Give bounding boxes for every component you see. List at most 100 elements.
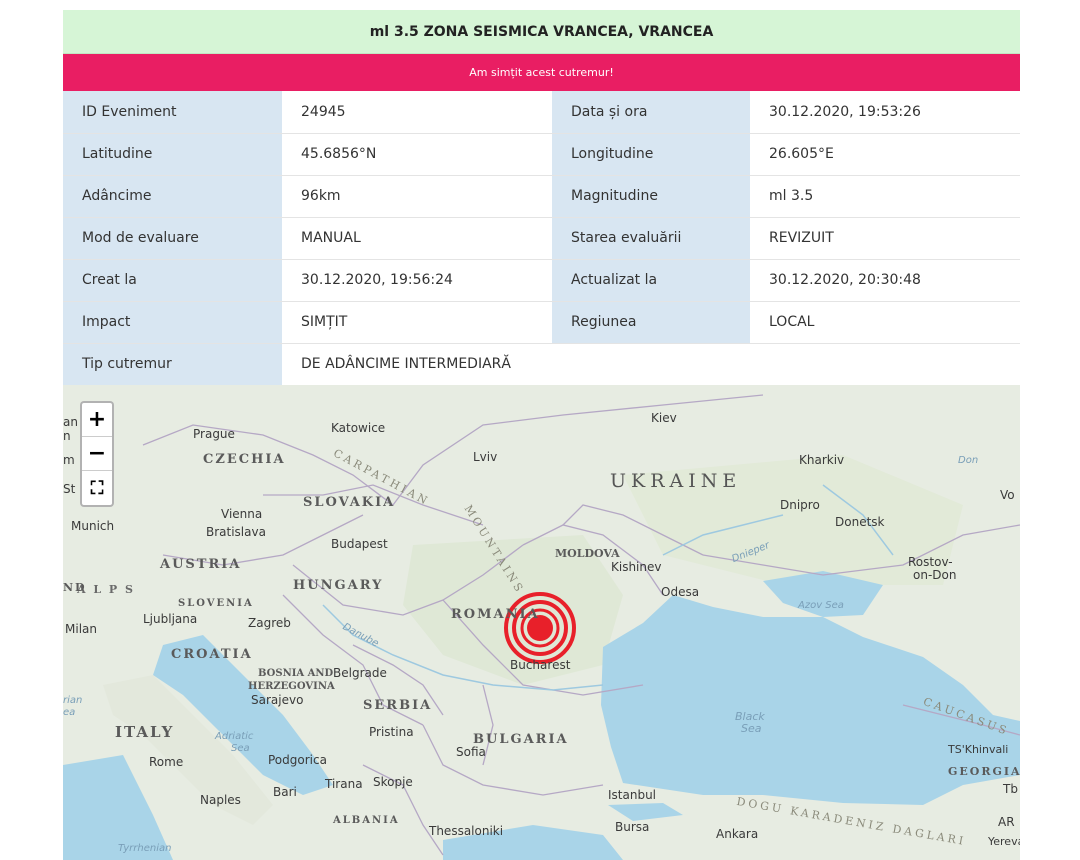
region-value: LOCAL: [750, 301, 1020, 344]
city-label-bari: Bari: [273, 785, 297, 799]
table-row: Adâncime 96km Magnitudine ml 3.5: [63, 175, 1020, 218]
city-label-thessaloniki: Thessaloniki: [429, 824, 504, 838]
country-label-georgia: GEORGIA: [948, 765, 1020, 778]
city-label-bucharest: Bucharest: [510, 658, 571, 672]
country-label-ukraine: UKRAINE: [610, 470, 742, 492]
epicenter-map[interactable]: CZECHIA SLOVAKIA UKRAINE AUSTRIA HUNGARY…: [63, 385, 1020, 860]
longitude-label: Longitudine: [552, 133, 750, 176]
region-label: Regiunea: [552, 301, 750, 344]
quake-type-value: DE ADÂNCIME INTERMEDIARĂ: [282, 343, 1020, 385]
latitude-value: 45.6856°N: [282, 133, 552, 176]
created-value: 30.12.2020, 19:56:24: [282, 259, 552, 302]
table-row: Creat la 30.12.2020, 19:56:24 Actualizat…: [63, 259, 1020, 302]
edge-label-st: St: [63, 482, 76, 496]
edge-label-nd: ND: [63, 581, 87, 594]
water-label-tyrrhenian: Tyrrhenian: [118, 843, 172, 854]
edge-label-ar: AR: [998, 815, 1015, 829]
city-label-milan: Milan: [65, 622, 97, 636]
updated-value: 30.12.2020, 20:30:48: [750, 259, 1020, 302]
country-label-bosnia-line1: BOSNIA AND: [258, 668, 334, 679]
country-label-romania: ROMANIA: [451, 607, 540, 622]
city-label-rome: Rome: [149, 755, 184, 769]
city-label-vienna: Vienna: [221, 507, 263, 521]
city-label-sofia: Sofia: [456, 745, 486, 759]
city-label-kiev: Kiev: [651, 411, 677, 425]
city-label-belgrade: Belgrade: [333, 666, 387, 680]
city-label-pristina: Pristina: [369, 725, 414, 739]
magnitude-value: ml 3.5: [750, 175, 1020, 218]
city-label-bratislava: Bratislava: [206, 525, 266, 539]
city-label-budapest: Budapest: [331, 537, 388, 551]
earthquake-detail-panel: ml 3.5 ZONA SEISMICA VRANCEA, VRANCEA Am…: [63, 10, 1020, 386]
city-label-prague: Prague: [193, 427, 235, 441]
city-label-kishinev: Kishinev: [611, 560, 662, 574]
country-label-croatia: CROATIA: [171, 647, 253, 662]
city-label-podgorica: Podgorica: [268, 753, 327, 767]
zoom-in-button[interactable]: +: [82, 403, 112, 437]
country-label-moldova: MOLDOVA: [555, 547, 620, 560]
latitude-label: Latitudine: [63, 133, 282, 176]
event-id-value: 24945: [282, 91, 552, 134]
edge-label-n: n: [63, 429, 71, 443]
city-label-rostov-line1: Rostov-: [908, 555, 953, 569]
city-label-sarajevo: Sarajevo: [251, 693, 304, 707]
updated-label: Actualizat la: [552, 259, 750, 302]
eval-mode-label: Mod de evaluare: [63, 217, 282, 260]
country-label-bosnia-line2: HERZEGOVINA: [248, 681, 335, 692]
quake-type-label: Tip cutremur: [63, 343, 282, 386]
longitude-value: 26.605°E: [750, 133, 1020, 176]
water-label-black-sea-line2: Sea: [741, 722, 762, 735]
city-label-istanbul: Istanbul: [608, 788, 657, 802]
city-label-zagreb: Zagreb: [248, 616, 291, 630]
event-title: ml 3.5 ZONA SEISMICA VRANCEA, VRANCEA: [63, 10, 1020, 54]
country-label-austria: AUSTRIA: [160, 557, 242, 572]
datetime-label: Data și ora: [552, 91, 750, 134]
country-label-serbia: SERBIA: [363, 698, 433, 713]
event-details-table: ID Eveniment 24945 Data și ora 30.12.202…: [63, 91, 1020, 386]
water-label-azov-sea: Azov Sea: [798, 600, 844, 611]
water-label-adriatic-line2: Sea: [231, 743, 250, 754]
country-label-czechia: CZECHIA: [203, 452, 286, 467]
edge-label-tb: Tb: [1003, 782, 1018, 796]
country-label-italy: ITALY: [115, 723, 175, 741]
magnitude-label: Magnitudine: [552, 175, 750, 218]
felt-it-button[interactable]: Am simțit acest cutremur!: [63, 54, 1020, 91]
edge-label-vo: Vo: [1000, 488, 1015, 502]
country-label-albania: ALBANIA: [333, 815, 400, 826]
event-id-label: ID Eveniment: [63, 91, 282, 134]
edge-label-an: an: [63, 415, 78, 429]
city-label-ljubljana: Ljubljana: [143, 612, 198, 626]
table-row: Tip cutremur DE ADÂNCIME INTERMEDIARĂ: [63, 343, 1020, 386]
city-label-kharkiv: Kharkiv: [799, 453, 845, 467]
city-label-bursa: Bursa: [615, 820, 650, 834]
water-label-adriatic-line1: Adriatic: [215, 731, 254, 742]
zoom-out-button[interactable]: −: [82, 437, 112, 471]
city-label-tskhinvali: TS'Khinvali: [948, 743, 1009, 756]
city-label-odesa: Odesa: [661, 585, 700, 599]
city-label-munich: Munich: [71, 519, 115, 533]
country-label-slovakia: SLOVAKIA: [303, 495, 396, 510]
impact-label: Impact: [63, 301, 282, 344]
eval-status-label: Starea evaluării: [552, 217, 750, 260]
eval-status-value: REVIZUIT: [750, 217, 1020, 260]
fullscreen-icon[interactable]: ⛶: [82, 471, 112, 505]
table-row: Latitudine 45.6856°N Longitudine 26.605°…: [63, 133, 1020, 176]
city-label-lviv: Lviv: [473, 450, 498, 464]
city-label-rostov-line2: on-Don: [913, 568, 957, 582]
country-label-hungary: HUNGARY: [293, 578, 384, 593]
map-zoom-controls: + − ⛶: [80, 401, 114, 507]
created-label: Creat la: [63, 259, 282, 302]
table-row: Impact SIMȚIT Regiunea LOCAL: [63, 301, 1020, 344]
datetime-value: 30.12.2020, 19:53:26: [750, 91, 1020, 134]
city-label-skopje: Skopje: [373, 775, 413, 789]
water-label-don: Don: [958, 455, 979, 466]
edge-label-rian: rian: [63, 695, 83, 706]
city-label-yerevan: Yereva: [988, 835, 1020, 848]
city-label-ankara: Ankara: [716, 827, 759, 841]
edge-label-ea: ea: [63, 707, 76, 718]
table-row: ID Eveniment 24945 Data și ora 30.12.202…: [63, 91, 1020, 134]
eval-mode-value: MANUAL: [282, 217, 552, 260]
city-label-donetsk: Donetsk: [835, 515, 885, 529]
depth-value: 96km: [282, 175, 552, 218]
city-label-katowice: Katowice: [331, 421, 386, 435]
